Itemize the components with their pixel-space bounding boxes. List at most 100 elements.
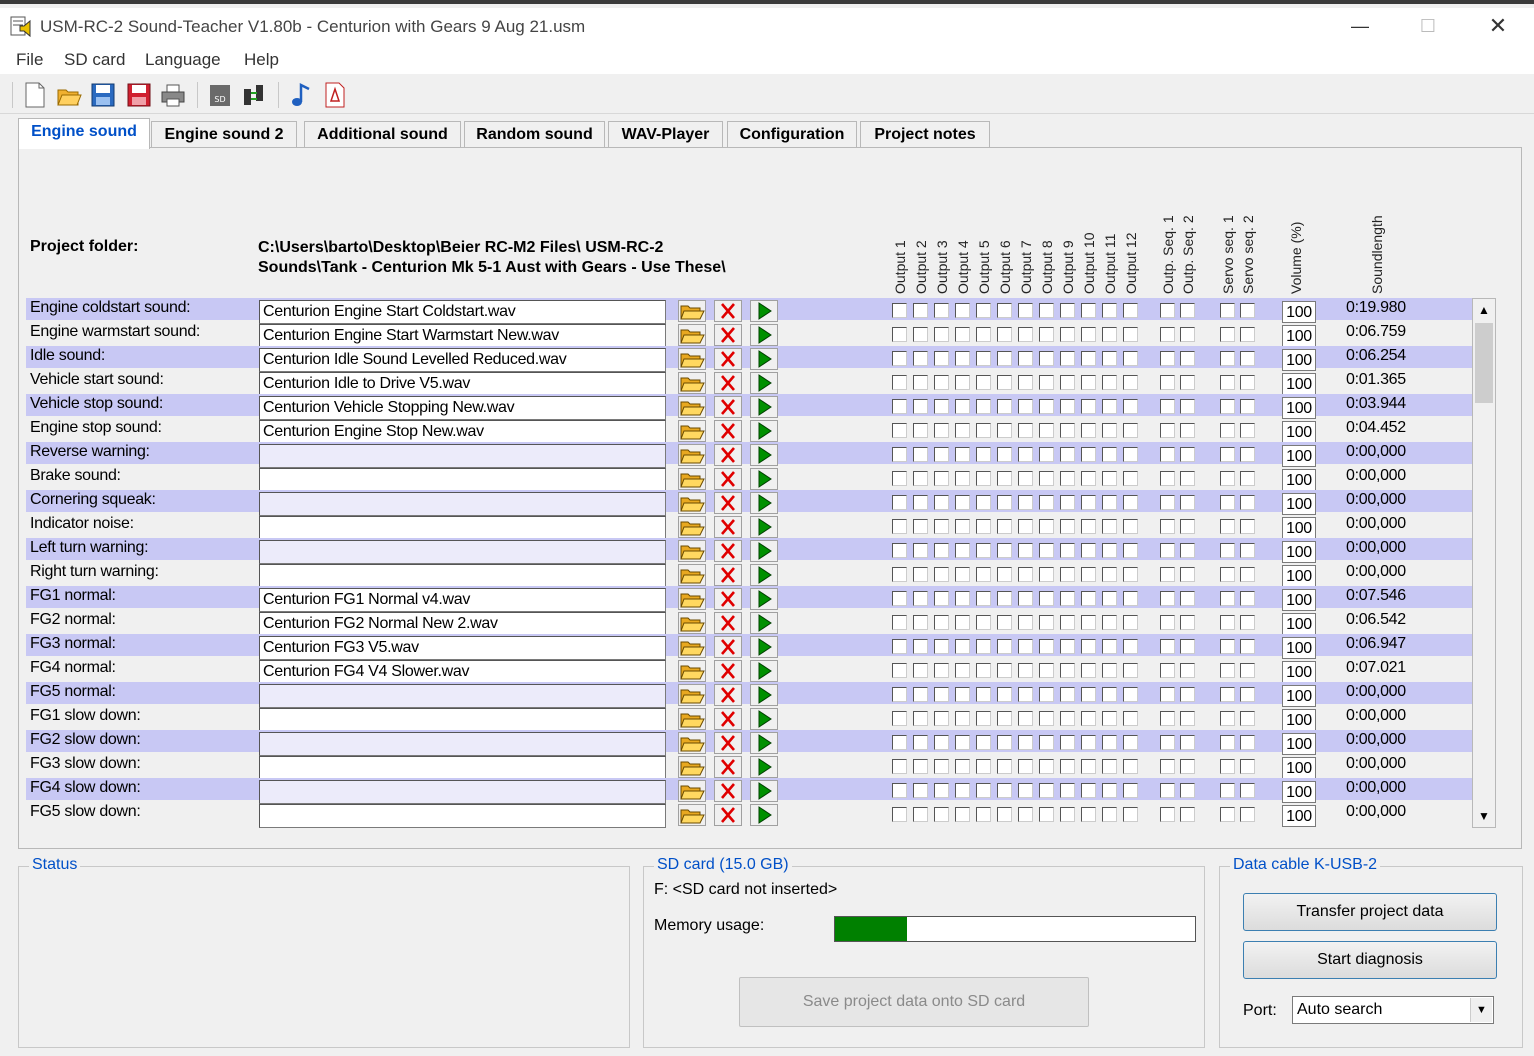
output-11-checkbox[interactable] xyxy=(1102,327,1117,342)
outp-seq-2-checkbox[interactable] xyxy=(1180,807,1195,822)
play-icon[interactable] xyxy=(750,564,778,586)
delete-icon[interactable] xyxy=(714,492,742,514)
servo-seq-2-checkbox[interactable] xyxy=(1240,327,1255,342)
servo-seq-2-checkbox[interactable] xyxy=(1240,687,1255,702)
output-10-checkbox[interactable] xyxy=(1081,303,1096,318)
volume-field[interactable]: 100 xyxy=(1282,349,1316,371)
delete-icon[interactable] xyxy=(714,660,742,682)
output-11-checkbox[interactable] xyxy=(1102,567,1117,582)
sound-file-field[interactable]: Centurion FG3 V5.wav xyxy=(259,636,666,660)
output-3-checkbox[interactable] xyxy=(934,711,949,726)
output-1-checkbox[interactable] xyxy=(892,423,907,438)
transfer-icon[interactable] xyxy=(241,81,267,109)
output-5-checkbox[interactable] xyxy=(976,447,991,462)
servo-seq-1-checkbox[interactable] xyxy=(1220,639,1235,654)
output-5-checkbox[interactable] xyxy=(976,783,991,798)
output-3-checkbox[interactable] xyxy=(934,735,949,750)
output-5-checkbox[interactable] xyxy=(976,495,991,510)
output-12-checkbox[interactable] xyxy=(1123,687,1138,702)
output-7-checkbox[interactable] xyxy=(1018,543,1033,558)
output-3-checkbox[interactable] xyxy=(934,327,949,342)
tab-engine-sound-2[interactable]: Engine sound 2 xyxy=(151,121,297,148)
play-icon[interactable] xyxy=(750,588,778,610)
maximize-button[interactable]: ☐ xyxy=(1396,8,1460,46)
sound-file-field[interactable]: Centurion Engine Start Warmstart New.wav xyxy=(259,324,666,348)
delete-icon[interactable] xyxy=(714,468,742,490)
output-4-checkbox[interactable] xyxy=(955,663,970,678)
sound-file-field[interactable] xyxy=(259,732,666,756)
volume-field[interactable]: 100 xyxy=(1282,397,1316,419)
play-icon[interactable] xyxy=(750,660,778,682)
output-1-checkbox[interactable] xyxy=(892,711,907,726)
volume-field[interactable]: 100 xyxy=(1282,517,1316,539)
servo-seq-1-checkbox[interactable] xyxy=(1220,399,1235,414)
servo-seq-2-checkbox[interactable] xyxy=(1240,783,1255,798)
servo-seq-1-checkbox[interactable] xyxy=(1220,375,1235,390)
volume-field[interactable]: 100 xyxy=(1282,565,1316,587)
servo-seq-1-checkbox[interactable] xyxy=(1220,615,1235,630)
open-folder-icon[interactable] xyxy=(678,468,706,490)
output-5-checkbox[interactable] xyxy=(976,639,991,654)
sound-file-field[interactable] xyxy=(259,540,666,564)
output-12-checkbox[interactable] xyxy=(1123,303,1138,318)
output-7-checkbox[interactable] xyxy=(1018,471,1033,486)
output-9-checkbox[interactable] xyxy=(1060,663,1075,678)
open-folder-icon[interactable] xyxy=(678,804,706,826)
outp-seq-2-checkbox[interactable] xyxy=(1180,615,1195,630)
output-9-checkbox[interactable] xyxy=(1060,327,1075,342)
open-folder-icon[interactable] xyxy=(678,564,706,586)
vertical-scrollbar[interactable]: ▲ ▼ xyxy=(1472,298,1496,828)
sound-file-field[interactable] xyxy=(259,492,666,516)
output-6-checkbox[interactable] xyxy=(997,759,1012,774)
output-4-checkbox[interactable] xyxy=(955,447,970,462)
output-11-checkbox[interactable] xyxy=(1102,399,1117,414)
output-12-checkbox[interactable] xyxy=(1123,783,1138,798)
output-11-checkbox[interactable] xyxy=(1102,591,1117,606)
output-5-checkbox[interactable] xyxy=(976,711,991,726)
output-9-checkbox[interactable] xyxy=(1060,399,1075,414)
output-2-checkbox[interactable] xyxy=(913,591,928,606)
output-10-checkbox[interactable] xyxy=(1081,567,1096,582)
output-7-checkbox[interactable] xyxy=(1018,615,1033,630)
output-9-checkbox[interactable] xyxy=(1060,375,1075,390)
outp-seq-2-checkbox[interactable] xyxy=(1180,471,1195,486)
open-folder-icon[interactable] xyxy=(678,708,706,730)
output-4-checkbox[interactable] xyxy=(955,807,970,822)
servo-seq-2-checkbox[interactable] xyxy=(1240,423,1255,438)
open-folder-icon[interactable] xyxy=(678,732,706,754)
output-11-checkbox[interactable] xyxy=(1102,783,1117,798)
volume-field[interactable]: 100 xyxy=(1282,301,1316,323)
play-icon[interactable] xyxy=(750,372,778,394)
save-as-icon[interactable] xyxy=(126,81,152,109)
outp-seq-2-checkbox[interactable] xyxy=(1180,639,1195,654)
output-1-checkbox[interactable] xyxy=(892,807,907,822)
sound-file-field[interactable] xyxy=(259,804,666,828)
delete-icon[interactable] xyxy=(714,732,742,754)
servo-seq-2-checkbox[interactable] xyxy=(1240,495,1255,510)
servo-seq-2-checkbox[interactable] xyxy=(1240,471,1255,486)
output-6-checkbox[interactable] xyxy=(997,543,1012,558)
output-1-checkbox[interactable] xyxy=(892,495,907,510)
output-4-checkbox[interactable] xyxy=(955,495,970,510)
output-8-checkbox[interactable] xyxy=(1039,663,1054,678)
open-folder-icon[interactable] xyxy=(678,516,706,538)
outp-seq-1-checkbox[interactable] xyxy=(1160,351,1175,366)
volume-field[interactable]: 100 xyxy=(1282,373,1316,395)
volume-field[interactable]: 100 xyxy=(1282,613,1316,635)
output-2-checkbox[interactable] xyxy=(913,807,928,822)
servo-seq-1-checkbox[interactable] xyxy=(1220,759,1235,774)
open-folder-icon[interactable] xyxy=(678,348,706,370)
output-12-checkbox[interactable] xyxy=(1123,567,1138,582)
output-1-checkbox[interactable] xyxy=(892,327,907,342)
output-10-checkbox[interactable] xyxy=(1081,759,1096,774)
delete-icon[interactable] xyxy=(714,372,742,394)
output-7-checkbox[interactable] xyxy=(1018,639,1033,654)
servo-seq-2-checkbox[interactable] xyxy=(1240,567,1255,582)
output-8-checkbox[interactable] xyxy=(1039,639,1054,654)
output-10-checkbox[interactable] xyxy=(1081,663,1096,678)
output-1-checkbox[interactable] xyxy=(892,519,907,534)
output-3-checkbox[interactable] xyxy=(934,663,949,678)
output-3-checkbox[interactable] xyxy=(934,423,949,438)
output-8-checkbox[interactable] xyxy=(1039,303,1054,318)
delete-icon[interactable] xyxy=(714,612,742,634)
